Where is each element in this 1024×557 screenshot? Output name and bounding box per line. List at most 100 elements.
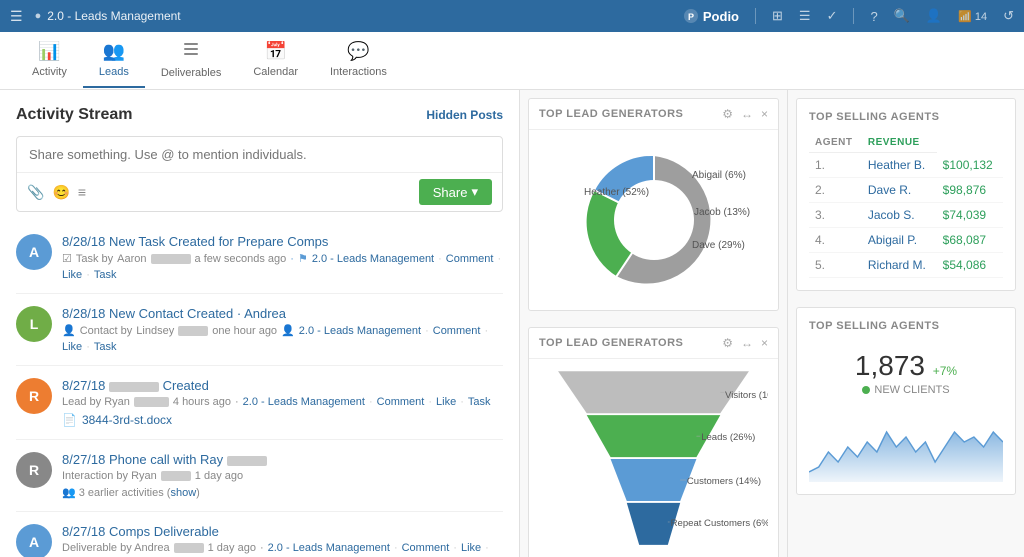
activity-meta: Lead by Ryan 4 hours ago · 2.0 - Leads M… bbox=[62, 396, 503, 408]
share-dropdown-icon[interactable]: ▾ bbox=[471, 184, 478, 200]
refresh-icon[interactable]: ↺ bbox=[1003, 8, 1014, 24]
activity-title[interactable]: 8/28/18 New Task Created for Prepare Com… bbox=[62, 234, 503, 249]
activity-content: 8/28/18 New Contact Created · Andrea 👤 C… bbox=[62, 306, 503, 353]
agent-name-cell[interactable]: Abigail P. bbox=[862, 228, 937, 253]
agent-name-cell[interactable]: Jacob S. bbox=[862, 203, 937, 228]
hamburger-icon[interactable]: ☰ bbox=[10, 8, 23, 25]
area-chart bbox=[809, 412, 1003, 482]
avatar: R bbox=[16, 452, 52, 488]
widget-actions: ⚙ ↔ × bbox=[722, 107, 768, 121]
revenue-cell: $98,876 bbox=[937, 178, 1003, 203]
avatar: R bbox=[16, 378, 52, 414]
area-chart-svg bbox=[809, 412, 1003, 482]
table-row: 3. Jacob S. $74,039 bbox=[809, 203, 1003, 228]
rank-cell: 1. bbox=[809, 153, 862, 178]
activity-title[interactable]: 8/27/18 Phone call with Ray bbox=[62, 452, 503, 467]
widget-title: TOP LEAD GENERATORS bbox=[539, 108, 683, 120]
activity-content: 8/27/18 Phone call with Ray Interaction … bbox=[62, 452, 503, 499]
table-row: 1. Heather B. $100,132 bbox=[809, 153, 1003, 178]
avatar: L bbox=[16, 306, 52, 342]
app-label: ● 2.0 - Leads Management bbox=[35, 9, 181, 23]
svg-text:Leads (26%): Leads (26%) bbox=[701, 431, 755, 442]
nav-deliverables[interactable]: Deliverables bbox=[145, 32, 238, 89]
activity-icon: 📊 bbox=[38, 41, 60, 62]
expand-icon[interactable]: ↔ bbox=[741, 336, 753, 350]
svg-text:Heather (52%): Heather (52%) bbox=[584, 187, 649, 198]
svg-text:Visitors (100%): Visitors (100%) bbox=[725, 389, 768, 400]
emoji-icon[interactable]: 😊 bbox=[52, 184, 69, 201]
nav-activity[interactable]: 📊 Activity bbox=[16, 33, 83, 88]
donut-svg: Heather (52%) Abigail (6%) Jacob (13%) D… bbox=[544, 140, 764, 300]
podio-logo: P Podio bbox=[683, 8, 739, 24]
share-box: 📎 😊 ≡ Share ▾ bbox=[16, 136, 503, 212]
metric-indicator bbox=[862, 386, 870, 394]
activity-meta: ☑ Task by Aaron a few seconds ago · ⚑ 2.… bbox=[62, 252, 503, 281]
grid-nav-icon[interactable]: ⊞ bbox=[772, 8, 783, 24]
svg-text:P: P bbox=[688, 12, 694, 22]
revenue-cell: $68,087 bbox=[937, 228, 1003, 253]
agents-table: AGENT REVENUE 1. Heather B. $100,132 2. … bbox=[809, 133, 1003, 278]
metric-display: 1,873 +7% NEW CLIENTS bbox=[809, 342, 1003, 404]
widget-title: TOP SELLING AGENTS bbox=[809, 320, 1003, 332]
activity-item: R 8/27/18 Created Lead by Ryan 4 hours a… bbox=[16, 366, 503, 440]
deliverables-icon bbox=[182, 40, 200, 63]
main-content: Activity Stream Hidden Posts 📎 😊 ≡ Share… bbox=[0, 90, 1024, 557]
nav-leads[interactable]: 👥 Leads bbox=[83, 33, 145, 88]
leads-icon: 👥 bbox=[103, 41, 125, 62]
search-icon[interactable]: 🔍 bbox=[894, 8, 910, 24]
widget-title: TOP SELLING AGENTS bbox=[809, 111, 1003, 123]
lead-generators-funnel-widget: TOP LEAD GENERATORS ⚙ ↔ × bbox=[528, 327, 779, 557]
agent-name-cell[interactable]: Richard M. bbox=[862, 253, 937, 278]
table-nav-icon[interactable]: ☰ bbox=[799, 8, 811, 24]
activity-title[interactable]: 8/27/18 Created bbox=[62, 378, 503, 393]
top-selling-agents-metric-widget: TOP SELLING AGENTS 1,873 +7% NEW CLIENTS bbox=[796, 307, 1016, 495]
avatar: A bbox=[16, 524, 52, 557]
show-earlier-link[interactable]: show bbox=[170, 487, 196, 499]
activity-item: R 8/27/18 Phone call with Ray Interactio… bbox=[16, 440, 503, 512]
metric-number: 1,873 +7% bbox=[855, 350, 957, 381]
attachment-link[interactable]: 📄 3844-3rd-st.docx bbox=[62, 413, 503, 427]
top-bar: ☰ ● 2.0 - Leads Management P Podio ⊞ ☰ ✓… bbox=[0, 0, 1024, 32]
share-input[interactable] bbox=[17, 137, 502, 172]
close-icon[interactable]: × bbox=[761, 336, 768, 350]
svg-text:Customers (14%): Customers (14%) bbox=[687, 475, 761, 486]
nav-calendar[interactable]: 📅 Calendar bbox=[237, 33, 314, 88]
close-icon[interactable]: × bbox=[761, 107, 768, 121]
activity-title[interactable]: 8/27/18 Comps Deliverable bbox=[62, 524, 503, 539]
donut-chart: Heather (52%) Abigail (6%) Jacob (13%) D… bbox=[529, 130, 778, 310]
activity-content: 8/27/18 Created Lead by Ryan 4 hours ago… bbox=[62, 378, 503, 427]
activity-item: A 8/28/18 New Task Created for Prepare C… bbox=[16, 222, 503, 294]
agent-name-cell[interactable]: Dave R. bbox=[862, 178, 937, 203]
signal-icon: 📶 14 bbox=[958, 10, 987, 23]
activity-title[interactable]: 8/28/18 New Contact Created · Andrea bbox=[62, 306, 503, 321]
widget-actions: ⚙ ↔ × bbox=[722, 336, 768, 350]
doc-icon: 📄 bbox=[62, 413, 77, 427]
settings-icon[interactable]: ⚙ bbox=[722, 107, 733, 121]
share-button[interactable]: Share ▾ bbox=[419, 179, 492, 205]
agent-name-cell[interactable]: Heather B. bbox=[862, 153, 937, 178]
right-panel: TOP SELLING AGENTS AGENT REVENUE 1. Heat… bbox=[788, 90, 1024, 557]
expand-icon[interactable]: ↔ bbox=[741, 107, 753, 121]
widget-header: TOP LEAD GENERATORS ⚙ ↔ × bbox=[529, 99, 778, 130]
activity-stream-title: Activity Stream Hidden Posts bbox=[16, 106, 503, 124]
funnel-chart: Visitors (100%) Leads (26%) Customers (1… bbox=[529, 359, 778, 557]
table-row: 5. Richard M. $54,086 bbox=[809, 253, 1003, 278]
col-agent: AGENT bbox=[809, 133, 862, 153]
interactions-icon: 💬 bbox=[347, 41, 369, 62]
svg-text:Dave (29%): Dave (29%) bbox=[692, 240, 745, 251]
hidden-posts-link[interactable]: Hidden Posts bbox=[426, 108, 503, 122]
svg-text:Jacob (13%): Jacob (13%) bbox=[694, 207, 750, 218]
settings-icon[interactable]: ⚙ bbox=[722, 336, 733, 350]
user-icon[interactable]: 👤 bbox=[926, 8, 942, 24]
metric-label: NEW CLIENTS bbox=[809, 384, 1003, 396]
earlier-activities: 👥 3 earlier activities (show) bbox=[62, 486, 503, 499]
nav-interactions[interactable]: 💬 Interactions bbox=[314, 33, 403, 88]
attachment-icon[interactable]: 📎 bbox=[27, 184, 44, 201]
format-icon[interactable]: ≡ bbox=[78, 184, 86, 200]
check-nav-icon[interactable]: ✓ bbox=[827, 8, 838, 24]
activity-item: L 8/28/18 New Contact Created · Andrea 👤… bbox=[16, 294, 503, 366]
funnel-svg: Visitors (100%) Leads (26%) Customers (1… bbox=[539, 367, 768, 552]
table-row: 2. Dave R. $98,876 bbox=[809, 178, 1003, 203]
help-icon[interactable]: ? bbox=[870, 9, 877, 24]
revenue-cell: $54,086 bbox=[937, 253, 1003, 278]
